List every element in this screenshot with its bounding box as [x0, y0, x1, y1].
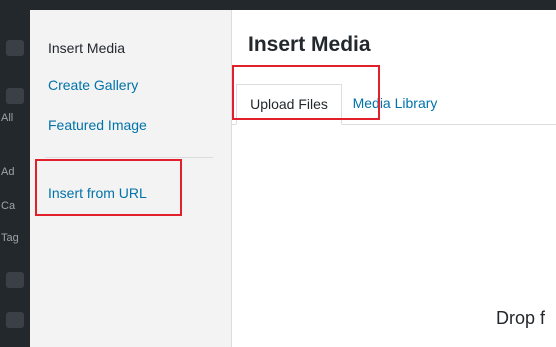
media-icon[interactable]: [6, 272, 24, 288]
menu-item-featured-image[interactable]: Featured Image: [48, 117, 147, 133]
highlight-box-upload-tab: [232, 65, 380, 120]
pages-icon[interactable]: [6, 312, 24, 328]
admin-top-strip: [0, 0, 556, 10]
pin-icon[interactable]: [6, 88, 24, 104]
drop-files-instruction: Drop f: [496, 308, 546, 328]
admin-menu-label[interactable]: Ca: [1, 200, 15, 212]
menu-item-create-gallery[interactable]: Create Gallery: [48, 77, 138, 93]
media-frame-content: Insert Media Upload Files Media Library …: [232, 10, 556, 347]
highlight-box-insert-from-url: [35, 159, 182, 216]
dashboard-icon[interactable]: [6, 40, 24, 56]
admin-sidebar-edge: All Ad Ca Tag: [0, 0, 30, 347]
menu-item-insert-media[interactable]: Insert Media: [48, 40, 125, 56]
admin-menu-label[interactable]: Tag: [1, 232, 19, 244]
sidebar-separator: [45, 157, 213, 158]
admin-menu-label[interactable]: All: [1, 112, 13, 124]
admin-menu-label[interactable]: Ad: [1, 166, 14, 178]
page-title: Insert Media: [248, 33, 371, 56]
